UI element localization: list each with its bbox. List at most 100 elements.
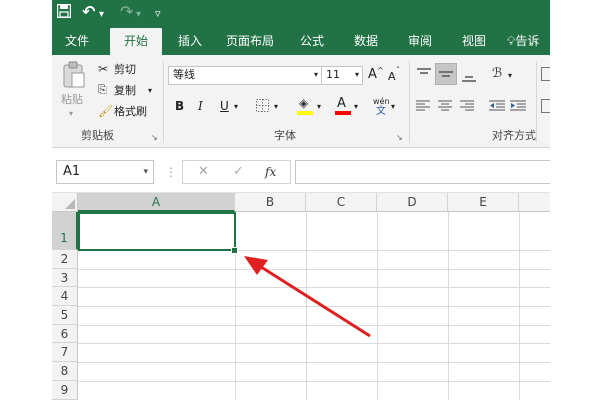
bold-button[interactable]: B bbox=[175, 99, 184, 113]
fill-color-dropdown-icon[interactable]: ▾ bbox=[317, 100, 321, 114]
title-bar: ↶ ▾ ↷ ▾ ▿ bbox=[52, 0, 550, 25]
cancel-icon[interactable]: ✕ bbox=[198, 165, 209, 179]
shrink-font-button[interactable]: A bbox=[388, 70, 396, 84]
font-name-dropdown-icon: ▾ bbox=[313, 70, 318, 79]
align-right-icon[interactable] bbox=[460, 100, 474, 112]
grow-font-button[interactable]: A bbox=[368, 68, 377, 82]
font-launcher-icon[interactable]: ↘ bbox=[396, 131, 403, 145]
tab-page-layout[interactable]: 页面布局 bbox=[218, 25, 282, 55]
tab-insert[interactable]: 插入 bbox=[170, 25, 210, 55]
font-name-select[interactable]: 等线 ▾ bbox=[168, 66, 322, 85]
row-header-9[interactable]: 9 bbox=[52, 381, 78, 400]
row-gridline bbox=[78, 362, 550, 363]
orientation-dropdown-icon[interactable]: ▾ bbox=[508, 69, 512, 83]
font-color-icon[interactable]: A bbox=[337, 97, 346, 111]
paste-dropdown-icon: ▾ bbox=[69, 109, 74, 118]
align-middle-button[interactable] bbox=[435, 63, 457, 85]
tab-file[interactable]: 文件 bbox=[56, 25, 98, 55]
row-header-7[interactable]: 7 bbox=[52, 343, 78, 362]
column-header-b[interactable]: B bbox=[235, 193, 306, 212]
tell-me-box[interactable]: 💡︎告诉 bbox=[507, 25, 550, 55]
italic-button[interactable]: I bbox=[198, 99, 203, 113]
row-header-3[interactable]: 3 bbox=[52, 269, 78, 287]
clipboard-launcher-icon[interactable]: ↘ bbox=[151, 131, 158, 145]
ribbon-separator bbox=[163, 61, 164, 143]
column-header-c[interactable]: C bbox=[306, 193, 377, 212]
row-header-6[interactable]: 6 bbox=[52, 325, 78, 343]
row-gridline bbox=[78, 381, 550, 382]
underline-dropdown-icon[interactable]: ▾ bbox=[234, 100, 238, 114]
tab-review[interactable]: 审阅 bbox=[400, 25, 440, 55]
borders-dropdown-icon[interactable]: ▾ bbox=[274, 100, 278, 114]
formula-bar: A1 ▾ ⋮ ✕ ✓ fx bbox=[52, 148, 550, 193]
selected-cell-a1[interactable] bbox=[78, 212, 236, 251]
alignment-group-label: 对齐方式 bbox=[492, 129, 536, 142]
row-gridline bbox=[78, 325, 550, 326]
tab-data[interactable]: 数据 bbox=[346, 25, 386, 55]
fill-handle[interactable] bbox=[231, 247, 238, 254]
copy-icon[interactable]: ⎘ bbox=[98, 83, 107, 97]
decrease-indent-icon[interactable] bbox=[489, 100, 505, 112]
paste-icon bbox=[63, 61, 85, 88]
redo-icon[interactable]: ↷ bbox=[120, 3, 133, 21]
font-color-dropdown-icon[interactable]: ▾ bbox=[354, 100, 358, 114]
ribbon-tabs: 文件 开始 插入 页面布局 公式 数据 审阅 视图 💡︎告诉 bbox=[52, 25, 550, 55]
undo-dropdown-icon[interactable]: ▾ bbox=[99, 6, 104, 24]
row-header-8[interactable]: 8 bbox=[52, 362, 78, 381]
row-gridline bbox=[78, 343, 550, 344]
phonetic-guide-button[interactable]: wén 文 ▾ bbox=[370, 95, 398, 119]
align-center-icon[interactable] bbox=[438, 100, 452, 112]
fill-color-icon[interactable]: ◈ bbox=[299, 96, 308, 110]
insert-function-icon[interactable]: fx bbox=[265, 165, 276, 179]
name-box[interactable]: A1 ▾ bbox=[56, 160, 154, 184]
shrink-font-icon: ˇ bbox=[396, 66, 400, 75]
undo-icon[interactable]: ↶ bbox=[82, 3, 95, 21]
enter-icon[interactable]: ✓ bbox=[233, 165, 244, 179]
font-group-label: 字体 bbox=[274, 129, 296, 142]
align-left-icon[interactable] bbox=[416, 100, 430, 112]
increase-indent-icon[interactable] bbox=[510, 100, 526, 112]
row-gridline bbox=[78, 306, 550, 307]
column-header-e[interactable]: E bbox=[448, 193, 519, 212]
merge-center-icon[interactable] bbox=[541, 99, 550, 113]
copy-dropdown-icon[interactable]: ▾ bbox=[148, 84, 152, 98]
row-header-2[interactable]: 2 bbox=[52, 250, 78, 269]
paste-label: 粘贴 bbox=[61, 93, 83, 106]
align-bottom-icon[interactable] bbox=[461, 69, 477, 83]
cut-button[interactable]: 剪切 bbox=[114, 63, 136, 77]
scissors-icon[interactable]: ✂ bbox=[98, 62, 108, 76]
row-header-5[interactable]: 5 bbox=[52, 306, 78, 325]
font-size-select[interactable]: 11 ▾ bbox=[321, 66, 363, 85]
tab-view[interactable]: 视图 bbox=[454, 25, 494, 55]
copy-button[interactable]: 复制 bbox=[114, 84, 136, 98]
format-painter-button[interactable]: 格式刷 bbox=[114, 105, 147, 119]
formula-bar-grip-icon: ⋮ bbox=[165, 165, 177, 179]
column-header-a[interactable]: A bbox=[78, 193, 235, 212]
save-icon[interactable] bbox=[57, 4, 71, 18]
underline-button[interactable]: U bbox=[220, 99, 229, 113]
tab-home[interactable]: 开始 bbox=[110, 28, 162, 55]
customize-toolbar-icon[interactable]: ▿ bbox=[155, 5, 161, 23]
column-header-f[interactable]: F bbox=[519, 193, 550, 212]
column-header-d[interactable]: D bbox=[377, 193, 448, 212]
phonetic-dropdown-icon: ▾ bbox=[391, 102, 396, 111]
row-header-4[interactable]: 4 bbox=[52, 287, 78, 306]
name-box-dropdown-icon: ▾ bbox=[143, 167, 148, 177]
ribbon-separator bbox=[536, 61, 537, 143]
row-header-1[interactable]: 1 bbox=[52, 212, 78, 250]
clipboard-group-label: 剪贴板 bbox=[81, 129, 114, 142]
font-color-swatch bbox=[335, 111, 351, 115]
wrap-text-icon[interactable] bbox=[541, 67, 550, 81]
redo-dropdown-icon[interactable]: ▾ bbox=[136, 6, 141, 24]
borders-icon[interactable] bbox=[256, 99, 269, 112]
tab-formulas[interactable]: 公式 bbox=[292, 25, 332, 55]
paste-button[interactable]: 粘贴 ▾ bbox=[60, 61, 88, 118]
orientation-icon[interactable]: ℬ bbox=[492, 67, 502, 81]
align-top-icon[interactable] bbox=[416, 67, 432, 81]
fill-color-swatch bbox=[297, 111, 313, 115]
format-painter-icon[interactable]: 🖌︎ bbox=[98, 104, 113, 118]
select-all-corner[interactable] bbox=[52, 193, 78, 212]
formula-input[interactable] bbox=[295, 160, 550, 184]
row-gridline bbox=[78, 287, 550, 288]
worksheet-grid: A B C D E F 1 2 3 4 5 6 7 8 9 bbox=[52, 193, 550, 400]
